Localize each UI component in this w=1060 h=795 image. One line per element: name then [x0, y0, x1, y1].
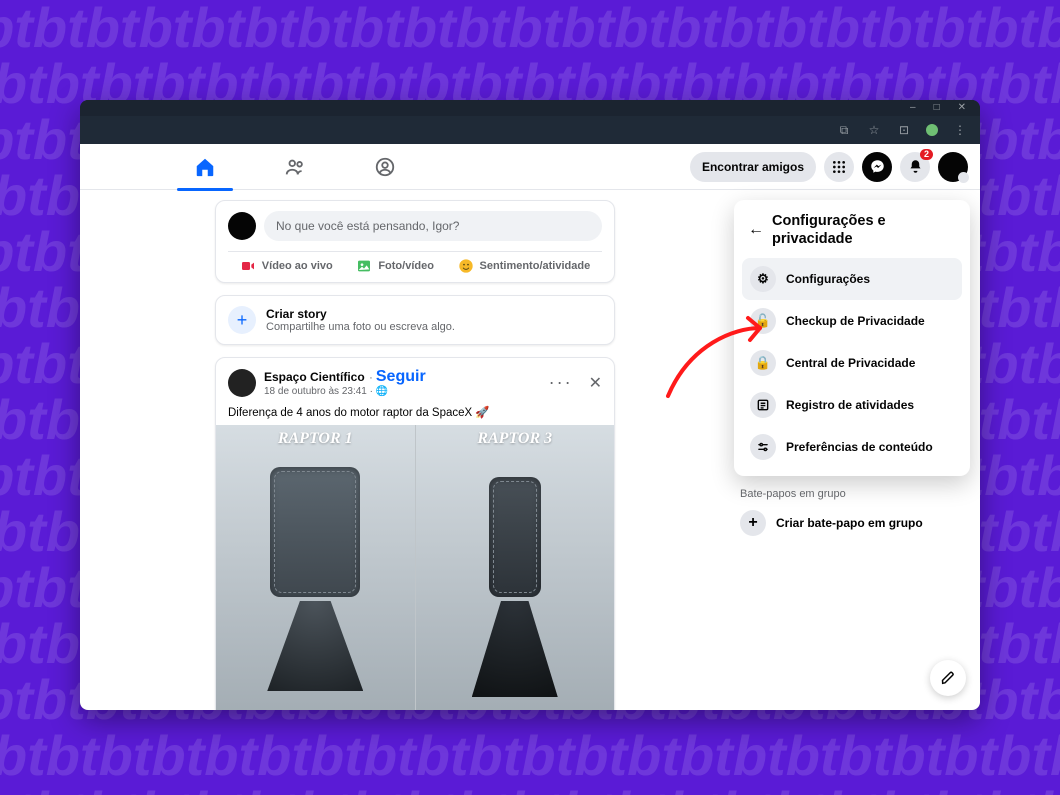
maximize-icon[interactable]: □ — [934, 103, 940, 113]
menu-apps-button[interactable] — [824, 152, 854, 182]
bell-icon — [908, 159, 923, 174]
messenger-button[interactable] — [862, 152, 892, 182]
post-follow-link[interactable]: Seguir — [376, 368, 426, 385]
tab-friends[interactable] — [255, 144, 335, 190]
composer-feeling-button[interactable]: Sentimento/atividade — [458, 258, 591, 274]
browser-tool-bar: ⧉ ☆ ⊡ ⋮ — [80, 116, 980, 144]
find-friends-button[interactable]: Encontrar amigos — [690, 152, 816, 182]
tab-home[interactable] — [165, 144, 245, 190]
post-more-button[interactable]: ··· — [549, 372, 573, 393]
photo-icon — [356, 258, 372, 274]
gear-icon: ⚙ — [750, 266, 776, 292]
open-tab-icon[interactable]: ⧉ — [836, 122, 852, 138]
dropdown-item-label: Preferências de conteúdo — [786, 440, 933, 454]
facebook-header: Encontrar amigos 2 — [80, 144, 980, 190]
create-story-title: Criar story — [266, 307, 455, 321]
edit-fab-button[interactable] — [930, 660, 966, 696]
dropdown-item-label: Registro de atividades — [786, 398, 914, 412]
friends-icon — [284, 156, 306, 178]
profile-circle-icon — [374, 156, 396, 178]
composer-avatar[interactable] — [228, 212, 256, 240]
notification-badge: 2 — [920, 149, 933, 160]
feed-column: No que você está pensando, Igor? Vídeo a… — [215, 200, 615, 710]
grid-icon — [831, 159, 847, 175]
window-title-bar: – □ ✕ — [80, 100, 980, 116]
lock-check-icon: 🔓 — [750, 308, 776, 334]
dropdown-item-content-preferences[interactable]: Preferências de conteúdo — [742, 426, 962, 468]
composer-photo-label: Foto/vídeo — [378, 260, 434, 272]
post-author-avatar[interactable] — [228, 369, 256, 397]
sliders-icon — [750, 434, 776, 460]
browser-window: – □ ✕ ⧉ ☆ ⊡ ⋮ Encontrar amigos — [80, 100, 980, 710]
home-icon — [194, 156, 216, 178]
dropdown-title: Configurações e privacidade — [772, 212, 956, 248]
create-group-chat-label: Criar bate-papo em grupo — [776, 516, 923, 530]
composer-feeling-label: Sentimento/atividade — [480, 260, 591, 272]
dropdown-item-activity-log[interactable]: Registro de atividades — [742, 384, 962, 426]
dropdown-item-label: Checkup de Privacidade — [786, 314, 925, 328]
composer-card: No que você está pensando, Igor? Vídeo a… — [215, 200, 615, 283]
notifications-button[interactable]: 2 — [900, 152, 930, 182]
composer-live-label: Vídeo ao vivo — [262, 260, 333, 272]
lock-icon: 🔒 — [750, 350, 776, 376]
create-story-card[interactable]: + Criar story Compartilhe uma foto ou es… — [215, 295, 615, 345]
create-group-chat-button[interactable]: + Criar bate-papo em grupo — [734, 506, 970, 540]
create-story-subtitle: Compartilhe uma foto ou escreva algo. — [266, 321, 455, 333]
image-label-left: RAPTOR 1 — [278, 431, 353, 447]
post-timestamp: 18 de outubro às 23:41 — [264, 386, 367, 397]
plus-circle-icon: + — [740, 510, 766, 536]
feeling-icon — [458, 258, 474, 274]
composer-input[interactable]: No que você está pensando, Igor? — [264, 211, 602, 241]
profile-dot[interactable] — [926, 124, 938, 136]
minimize-icon[interactable]: – — [910, 103, 916, 113]
bookmark-icon[interactable]: ☆ — [866, 122, 882, 138]
plus-icon: + — [228, 306, 256, 334]
post-close-button[interactable]: ✕ — [589, 373, 602, 393]
post-text-content: Diferença de 4 anos do motor raptor da S… — [216, 401, 614, 425]
dropdown-item-label: Central de Privacidade — [786, 356, 915, 370]
dropdown-item-label: Configurações — [786, 272, 870, 286]
page-viewport: Encontrar amigos 2 No que você est — [80, 144, 980, 710]
image-label-right: RAPTOR 3 — [477, 431, 552, 447]
dropdown-item-privacy-checkup[interactable]: 🔓 Checkup de Privacidade — [742, 300, 962, 342]
composer-live-button[interactable]: Vídeo ao vivo — [240, 258, 333, 274]
close-window-icon[interactable]: ✕ — [958, 103, 966, 113]
messenger-icon — [870, 159, 885, 174]
post-image[interactable]: RAPTOR 1 2020 RAPTOR 3 2024 — [216, 425, 614, 710]
browser-menu-icon[interactable]: ⋮ — [952, 122, 968, 138]
composer-photo-button[interactable]: Foto/vídeo — [356, 258, 434, 274]
feed-post: Espaço Científico · Seguir 18 de outubro… — [215, 357, 615, 710]
pencil-icon — [940, 670, 956, 686]
dropdown-back-button[interactable]: ← — [748, 221, 764, 239]
dropdown-item-settings[interactable]: ⚙ Configurações — [742, 258, 962, 300]
account-avatar-button[interactable] — [938, 152, 968, 182]
dropdown-item-privacy-center[interactable]: 🔒 Central de Privacidade — [742, 342, 962, 384]
group-chats-label: Bate-papos em grupo — [734, 476, 970, 506]
extension-icon[interactable]: ⊡ — [896, 122, 912, 138]
settings-dropdown-panel: ← Configurações e privacidade ⚙ Configur… — [734, 200, 970, 540]
tab-profile[interactable] — [345, 144, 425, 190]
activity-log-icon — [750, 392, 776, 418]
live-icon — [240, 258, 256, 274]
post-author-name[interactable]: Espaço Científico — [264, 370, 365, 384]
